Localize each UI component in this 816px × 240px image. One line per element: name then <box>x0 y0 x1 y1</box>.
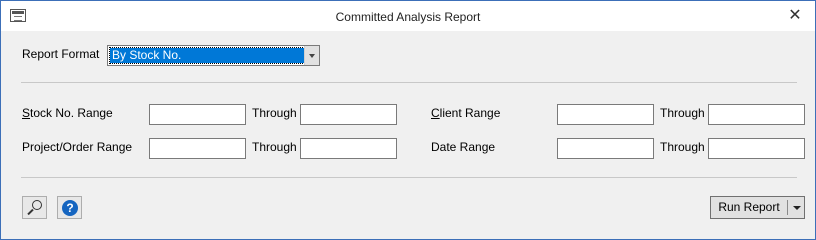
close-icon[interactable]: ✕ <box>785 5 805 25</box>
project-range-to-input[interactable] <box>300 138 397 159</box>
chevron-down-icon[interactable] <box>788 197 804 218</box>
client-range-from-input[interactable] <box>557 104 654 125</box>
preview-button[interactable] <box>22 196 47 219</box>
client-range-access-key: C <box>431 106 440 120</box>
run-report-label: Run Report <box>718 200 780 214</box>
project-range-label: Project/Order Range <box>22 140 133 154</box>
client-range-label-text: lient Range <box>439 106 501 120</box>
date-range-label: Date Range <box>431 140 496 154</box>
date-through-label: Through <box>660 140 705 154</box>
project-through-label: Through <box>252 140 297 154</box>
run-report-button[interactable]: Run Report <box>710 196 805 219</box>
stock-range-label: Stock No. Range <box>22 106 113 120</box>
stock-range-access-key: S <box>22 106 31 120</box>
client-range-label: Client Range <box>431 106 500 120</box>
help-button[interactable]: ? <box>57 196 82 219</box>
report-format-value: By Stock No. <box>109 47 307 64</box>
report-format-label: Report Format <box>22 47 100 61</box>
chevron-down-icon[interactable] <box>304 46 319 65</box>
help-icon: ? <box>62 200 78 216</box>
window-title: Committed Analysis Report <box>335 10 481 24</box>
report-window: Committed Analysis Report ✕ Report Forma… <box>0 0 816 240</box>
project-range-from-input[interactable] <box>149 138 246 159</box>
client-range-to-input[interactable] <box>708 104 805 125</box>
date-range-to-input[interactable] <box>708 138 805 159</box>
stock-range-label-text: tock No. Range <box>30 106 113 120</box>
report-format-select[interactable]: By Stock No. <box>107 45 320 66</box>
date-range-from-input[interactable] <box>557 138 654 159</box>
title-bar: Committed Analysis Report ✕ <box>1 1 815 31</box>
separator-top <box>21 82 797 83</box>
client-through-label: Through <box>660 106 705 120</box>
stock-range-to-input[interactable] <box>300 104 397 125</box>
stock-range-from-input[interactable] <box>149 104 246 125</box>
separator-bottom <box>21 177 797 178</box>
stock-through-label: Through <box>252 106 297 120</box>
